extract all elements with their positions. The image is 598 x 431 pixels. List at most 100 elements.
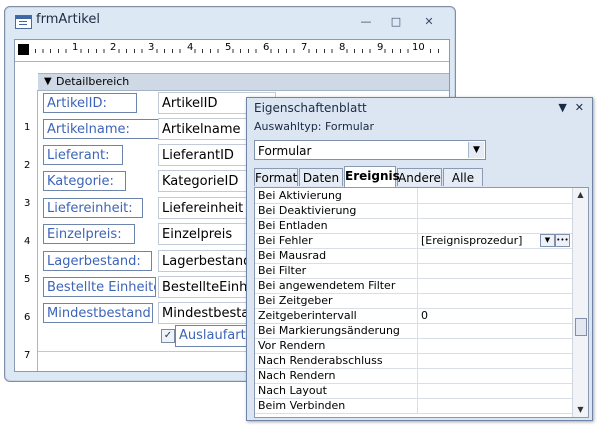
property-value[interactable] — [417, 383, 572, 398]
property-name: Beim Verbinden — [258, 399, 346, 412]
property-value[interactable]: 0 — [417, 308, 572, 323]
property-row[interactable]: Bei angewendetem Filter — [255, 278, 572, 294]
property-row[interactable]: Zeitgeberintervall 0 — [255, 308, 572, 324]
property-name: Zeitgeberintervall — [258, 309, 357, 322]
section-header-detail[interactable]: ▼ Detailbereich — [38, 73, 449, 91]
ruler-number: 6 — [262, 42, 271, 53]
close-button[interactable]: ✕ — [418, 15, 440, 29]
field-label-einzelpreis[interactable]: Einzelpreis: — [43, 224, 135, 244]
property-value[interactable] — [417, 368, 572, 383]
ruler-number: 5 — [224, 42, 233, 53]
property-name: Bei Filter — [258, 264, 307, 277]
dropdown-arrow-icon[interactable]: ▼ — [558, 101, 566, 114]
field-label-lieferant[interactable]: Lieferant: — [43, 145, 123, 165]
ruler-number: 4 — [186, 42, 195, 53]
property-row[interactable]: Bei Deaktivierung — [255, 203, 572, 219]
scroll-down-icon[interactable]: ▼ — [573, 403, 588, 417]
ruler-number: 1 — [24, 122, 31, 133]
property-value[interactable] — [417, 203, 572, 218]
section-arrow-icon: ▼ — [44, 76, 52, 87]
property-name: Bei Entladen — [258, 219, 328, 232]
ruler-number: 3 — [24, 198, 31, 209]
property-name: Vor Rendern — [258, 339, 326, 352]
tab-format[interactable]: Format — [254, 168, 298, 186]
property-value[interactable] — [417, 323, 572, 338]
property-value[interactable] — [417, 293, 572, 308]
property-row[interactable]: Beim Verbinden — [255, 398, 572, 414]
property-sheet-controls: ▼ ✕ — [550, 101, 584, 114]
tab-ereignis[interactable]: Ereignis — [344, 166, 400, 187]
property-value[interactable] — [417, 278, 572, 293]
form-window-title: frmArtikel — [36, 12, 100, 27]
vertical-scrollbar[interactable]: ▲ ▼ — [572, 188, 588, 417]
property-row[interactable]: Bei Aktivierung — [255, 188, 572, 204]
object-selector-combo[interactable]: Formular ▼ — [254, 140, 486, 160]
property-value[interactable] — [417, 338, 572, 353]
maximize-button[interactable]: □ — [385, 15, 407, 29]
property-name: Bei Mausrad — [258, 249, 327, 262]
scroll-up-icon[interactable]: ▲ — [573, 188, 588, 202]
field-label-artikelname[interactable]: Artikelname: — [43, 119, 161, 139]
ruler-number: 2 — [24, 160, 31, 171]
minimize-button[interactable]: — — [355, 15, 377, 29]
ruler-number: 5 — [24, 274, 31, 285]
field-label-kategorie[interactable]: Kategorie: — [43, 171, 126, 191]
property-name: Nach Layout — [258, 384, 327, 397]
property-sheet-window: Eigenschaftenblatt ▼ ✕ Auswahltyp: Formul… — [246, 97, 593, 421]
selection-type-label: Auswahltyp: Formular — [254, 120, 375, 133]
property-row[interactable]: Bei Mausrad — [255, 248, 572, 264]
property-row[interactable]: Nach Layout — [255, 383, 572, 399]
vertical-ruler[interactable]: 1 2 3 4 5 6 7 — [15, 90, 38, 371]
property-value[interactable] — [417, 398, 572, 413]
property-name: Bei Zeitgeber — [258, 294, 333, 307]
checkbox-auslaufartikel[interactable]: ✓ — [161, 329, 175, 343]
chevron-down-icon[interactable]: ▼ — [468, 142, 484, 158]
property-row[interactable]: Bei Entladen — [255, 218, 572, 234]
field-label-mindestbestand[interactable]: Mindestbestand: — [43, 303, 153, 323]
field-label-liefereinheit[interactable]: Liefereinheit: — [43, 198, 143, 218]
property-value[interactable] — [417, 263, 572, 278]
field-label-lagerbestand[interactable]: Lagerbestand: — [43, 251, 152, 271]
ruler-number: 4 — [24, 236, 31, 247]
ruler-number: 2 — [109, 42, 118, 53]
ruler-number: 9 — [376, 42, 385, 53]
property-value[interactable] — [417, 218, 572, 233]
property-list: Bei Aktivierung Bei Deaktivierung Bei En… — [254, 187, 589, 418]
ruler-number: 1 — [71, 42, 80, 53]
tab-andere[interactable]: Andere — [397, 168, 442, 186]
property-name: Bei angewendetem Filter — [258, 279, 396, 292]
property-value[interactable] — [417, 353, 572, 368]
property-name: Bei Markierungsänderung — [258, 324, 400, 337]
property-row[interactable]: Bei Filter — [255, 263, 572, 279]
property-name: Bei Aktivierung — [258, 189, 342, 202]
grid-divider — [38, 351, 274, 352]
property-row[interactable]: Nach Rendern — [255, 368, 572, 384]
ruler-number: 3 — [147, 42, 156, 53]
property-row[interactable]: Bei Zeitgeber — [255, 293, 572, 309]
form-selector-button[interactable] — [18, 44, 29, 55]
field-label-artikelid[interactable]: ArtikelID: — [43, 93, 137, 113]
property-name: Bei Fehler — [258, 234, 313, 247]
property-row[interactable]: Vor Rendern — [255, 338, 572, 354]
property-name: Nach Rendern — [258, 369, 336, 382]
property-name: Nach Renderabschluss — [258, 354, 383, 367]
property-value[interactable] — [417, 248, 572, 263]
section-title: Detailbereich — [56, 75, 130, 88]
ruler-number: 7 — [24, 350, 31, 361]
scroll-thumb[interactable] — [575, 318, 587, 336]
dropdown-button[interactable]: ▼ — [540, 234, 555, 247]
builder-button[interactable]: ••• — [555, 234, 570, 247]
property-value[interactable] — [417, 188, 572, 203]
property-row[interactable]: Bei Fehler [Ereignisprozedur] ▼ ••• — [255, 233, 572, 249]
tab-alle[interactable]: Alle — [443, 168, 483, 186]
property-row[interactable]: Bei Markierungsänderung — [255, 323, 572, 339]
property-row[interactable]: Nach Renderabschluss — [255, 353, 572, 369]
ruler-number: 8 — [338, 42, 347, 53]
close-icon[interactable]: ✕ — [575, 101, 584, 114]
tab-daten[interactable]: Daten — [299, 168, 343, 186]
horizontal-ruler[interactable]: 1 2 3 4 5 6 7 8 9 10 — [15, 40, 449, 62]
field-label-bestellte-einheiten[interactable]: Bestellte Einheiten: — [43, 277, 156, 297]
ruler-number: 7 — [300, 42, 309, 53]
form-window-titlebar[interactable]: frmArtikel — □ ✕ — [5, 7, 455, 33]
ruler-number: 6 — [24, 312, 31, 323]
